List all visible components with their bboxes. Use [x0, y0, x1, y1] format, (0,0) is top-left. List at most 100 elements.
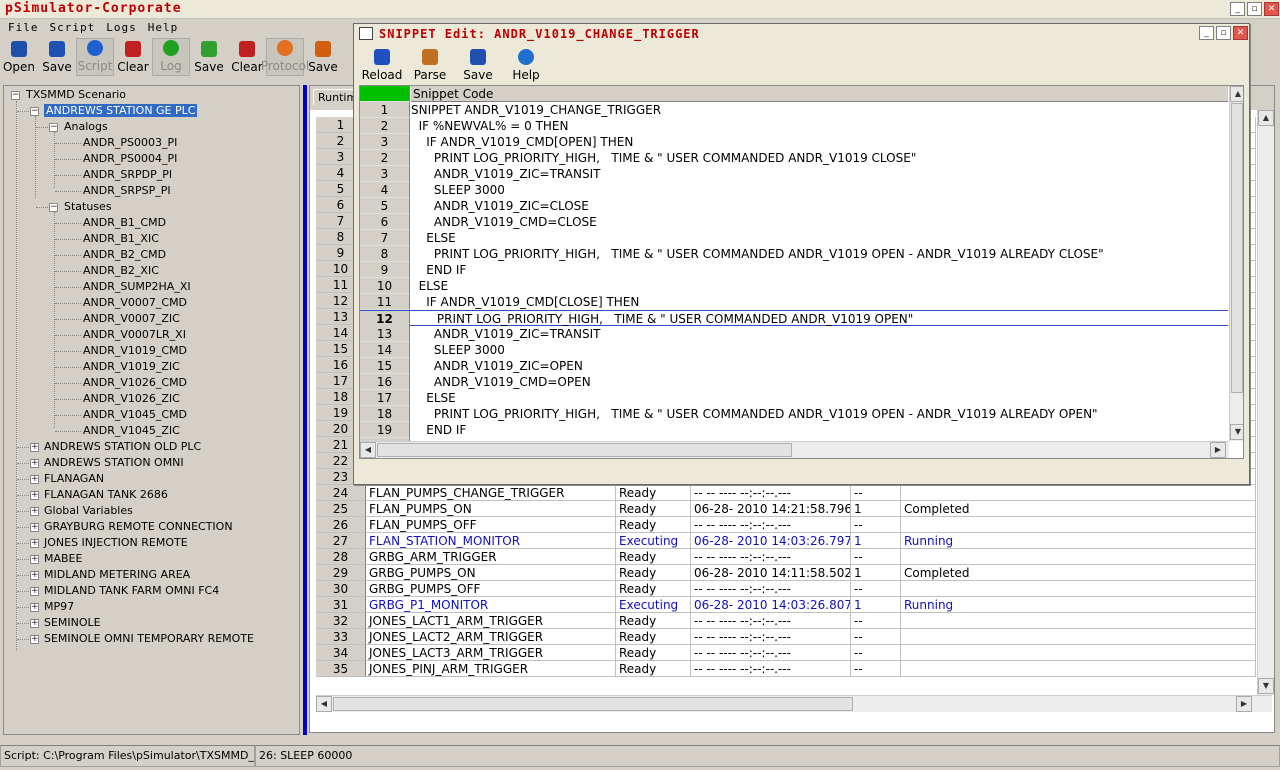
snippet-help-button[interactable]: Help — [502, 46, 550, 84]
tree-status-item[interactable]: ANDR_V0007_CMD — [83, 295, 187, 310]
toolbar-open-button[interactable]: Open — [0, 38, 38, 76]
close-button[interactable]: ✕ — [1264, 2, 1279, 16]
tree-analog-item[interactable]: ANDR_PS0003_PI — [83, 135, 177, 150]
tree-status-item[interactable]: ANDR_V0007LR_XI — [83, 327, 186, 342]
code-line[interactable]: 79 ELSE — [360, 230, 1228, 246]
code-line[interactable]: 1517 ANDR_V1019_ZIC=OPEN — [360, 358, 1228, 374]
scroll-left-button[interactable]: ◀ — [316, 696, 332, 712]
tree-status-item[interactable]: ANDR_V1026_ZIC — [83, 391, 180, 406]
menu-help[interactable]: Help — [144, 19, 186, 37]
expand-node-icon[interactable]: + — [30, 587, 39, 596]
expand-node-icon[interactable]: + — [30, 443, 39, 452]
tree-station-item[interactable]: FLANAGAN TANK 2686 — [44, 487, 168, 502]
tree-station-selected[interactable]: ANDREWS STATION GE PLC — [44, 103, 198, 118]
code-line[interactable]: 22 IF %NEWVAL% = 0 THEN — [360, 118, 1228, 134]
code-scroll-right-button[interactable]: ▶ — [1210, 442, 1226, 458]
code-horizontal-scrollbar[interactable]: ◀ ▶ — [360, 441, 1229, 458]
scenario-tree[interactable]: − TXSMMD Scenario − ANDREWS STATION GE PLC −… — [3, 85, 300, 735]
code-line[interactable]: 46 SLEEP 3000 — [360, 182, 1228, 198]
toolbar-save-button[interactable]: Save — [304, 38, 342, 76]
scroll-thumb[interactable] — [333, 697, 853, 711]
tree-station-item[interactable]: SEMINOLE — [44, 615, 101, 630]
code-line[interactable]: 1618 ANDR_V1019_CMD=OPEN — [360, 374, 1228, 390]
code-line[interactable]: 1719 ELSE — [360, 390, 1228, 406]
code-line[interactable]: 1012 ELSE — [360, 278, 1228, 294]
tree-station-item[interactable]: ANDREWS STATION OMNI — [44, 455, 184, 470]
toolbar-save-button[interactable]: Save — [38, 38, 76, 76]
code-line[interactable]: 1820 PRINT LOG_PRIORITY_HIGH, TIME & " U… — [360, 406, 1228, 422]
tree-status-item[interactable]: ANDR_V1019_ZIC — [83, 359, 180, 374]
code-scroll-down-button[interactable]: ▼ — [1230, 424, 1243, 440]
tree-station-item[interactable]: JONES INJECTION REMOTE — [44, 535, 188, 550]
snippet-code-grid[interactable]: Snippet Code 11SNIPPET ANDR_V1019_CHANGE… — [359, 85, 1244, 459]
toolbar-clear-button[interactable]: Clear — [114, 38, 152, 76]
tree-station-item[interactable]: SEMINOLE OMNI TEMPORARY REMOTE — [44, 631, 254, 646]
expand-node-icon[interactable]: + — [30, 491, 39, 500]
tree-status-item[interactable]: ANDR_B1_XIC — [83, 231, 159, 246]
tree-status-item[interactable]: ANDR_V1045_ZIC — [83, 423, 180, 438]
tree-status-item[interactable]: ANDR_B1_CMD — [83, 215, 166, 230]
code-line[interactable]: 24 PRINT LOG_PRIORITY_HIGH, TIME & " USE… — [360, 150, 1228, 166]
tree-analog-item[interactable]: ANDR_PS0004_PI — [83, 151, 177, 166]
expand-node-icon[interactable]: + — [30, 507, 39, 516]
code-line[interactable]: 1315 ANDR_V1019_ZIC=TRANSIT — [360, 326, 1228, 342]
tree-status-item[interactable]: ANDR_V1026_CMD — [83, 375, 187, 390]
expand-node-icon[interactable]: + — [30, 555, 39, 564]
expand-node-icon[interactable]: + — [30, 539, 39, 548]
tree-station-item[interactable]: ANDREWS STATION OLD PLC — [44, 439, 201, 454]
scroll-up-button[interactable]: ▲ — [1258, 110, 1274, 126]
tree-status-item[interactable]: ANDR_V0007_ZIC — [83, 311, 180, 326]
tree-station-item[interactable]: MABEE — [44, 551, 82, 566]
tree-station-item[interactable]: MIDLAND METERING AREA — [44, 567, 190, 582]
expand-node-icon[interactable]: + — [30, 603, 39, 612]
tree-root[interactable]: TXSMMD Scenario — [26, 87, 126, 102]
snippet-maximize-button[interactable]: ▫ — [1216, 26, 1231, 40]
tree-analogs-folder[interactable]: Analogs — [64, 119, 108, 134]
tree-station-item[interactable]: MP97 — [44, 599, 74, 614]
tree-status-item[interactable]: ANDR_B2_CMD — [83, 247, 166, 262]
grid-vertical-scrollbar[interactable]: ▲ ▼ — [1257, 110, 1274, 695]
snippet-parse-button[interactable]: Parse — [406, 46, 454, 84]
tree-station-item[interactable]: GRAYBURG REMOTE CONNECTION — [44, 519, 233, 534]
grid-horizontal-scrollbar[interactable]: ◀ ▶ — [316, 695, 1272, 712]
scroll-down-button[interactable]: ▼ — [1258, 678, 1274, 694]
tree-station-item[interactable]: FLANAGAN — [44, 471, 104, 486]
collapse-analogs-icon[interactable]: − — [49, 123, 58, 132]
code-vertical-scrollbar[interactable]: ▲ ▼ — [1229, 86, 1243, 441]
tree-status-item[interactable]: ANDR_SUMP2HA_XI — [83, 279, 191, 294]
tree-station-item[interactable]: Global Variables — [44, 503, 133, 518]
toolbar-protocol-button[interactable]: Protocol — [261, 38, 309, 76]
expand-node-icon[interactable]: + — [30, 475, 39, 484]
toolbar-log-button[interactable]: Log — [152, 38, 190, 76]
code-hscroll-thumb[interactable] — [377, 443, 792, 457]
code-line[interactable]: 33 IF ANDR_V1019_CMD[OPEN] THEN — [360, 134, 1228, 150]
code-line[interactable]: 1214 PRINT LOG_PRIORITY_HIGH, TIME & " U… — [360, 310, 1228, 327]
code-line[interactable]: 68 ANDR_V1019_CMD=CLOSE — [360, 214, 1228, 230]
code-scroll-left-button[interactable]: ◀ — [360, 442, 376, 458]
code-line[interactable]: 11SNIPPET ANDR_V1019_CHANGE_TRIGGER — [360, 102, 1228, 118]
tree-status-item[interactable]: ANDR_V1019_CMD — [83, 343, 187, 358]
snippet-minimize-button[interactable]: _ — [1199, 26, 1214, 40]
menu-script[interactable]: Script — [46, 19, 103, 37]
pane-splitter[interactable] — [301, 85, 307, 735]
collapse-station-icon[interactable]: − — [30, 107, 39, 116]
expand-node-icon[interactable]: + — [30, 635, 39, 644]
code-scroll-thumb[interactable] — [1231, 103, 1243, 393]
collapse-statuses-icon[interactable]: − — [49, 203, 58, 212]
code-line[interactable]: 1416 SLEEP 3000 — [360, 342, 1228, 358]
code-scroll-up-button[interactable]: ▲ — [1230, 86, 1243, 102]
snippet-save-button[interactable]: Save — [454, 46, 502, 84]
scroll-right-button[interactable]: ▶ — [1236, 696, 1252, 712]
tree-status-item[interactable]: ANDR_V1045_CMD — [83, 407, 187, 422]
snippet-close-button[interactable]: ✕ — [1233, 26, 1248, 40]
minimize-button[interactable]: _ — [1230, 2, 1245, 16]
code-line[interactable]: 810 PRINT LOG_PRIORITY_HIGH, TIME & " US… — [360, 246, 1228, 262]
expand-node-icon[interactable]: + — [30, 459, 39, 468]
menu-file[interactable]: File — [4, 19, 46, 37]
toolbar-script-button[interactable]: Script — [76, 38, 114, 76]
snippet-reload-button[interactable]: Reload — [358, 46, 406, 84]
code-line[interactable]: 35 ANDR_V1019_ZIC=TRANSIT — [360, 166, 1228, 182]
code-line[interactable]: 911 END IF — [360, 262, 1228, 278]
toolbar-save-button[interactable]: Save — [190, 38, 228, 76]
expand-node-icon[interactable]: + — [30, 523, 39, 532]
